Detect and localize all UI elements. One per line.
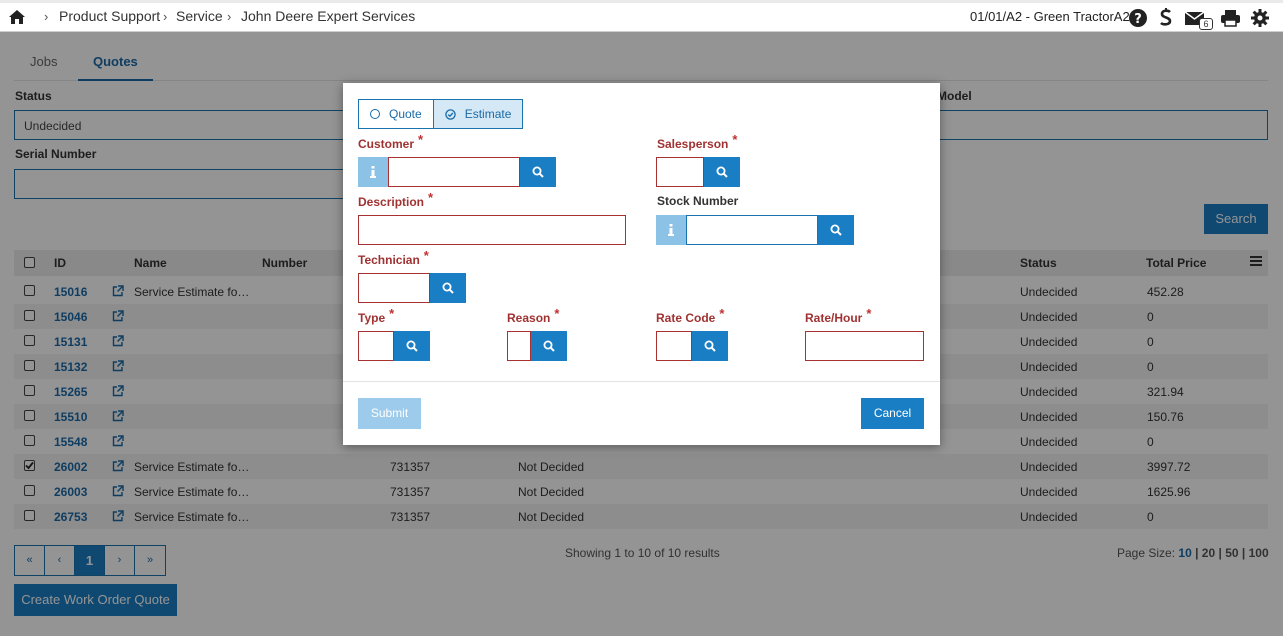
search-icon [830, 224, 842, 236]
customer-search-button[interactable] [520, 157, 556, 187]
salesperson-search-button[interactable] [704, 157, 740, 187]
print-icon[interactable] [1220, 8, 1241, 28]
create-quote-dialog: Quote Estimate Customer * Salesperson * De… [343, 83, 940, 445]
reason-label: Reason * [507, 306, 560, 325]
search-icon [406, 340, 418, 352]
cancel-button[interactable]: Cancel [861, 398, 924, 429]
type-input[interactable] [358, 331, 394, 361]
technician-label: Technician * [358, 248, 429, 267]
rate-code-label: Rate Code * [656, 306, 725, 325]
mail-count-badge: 6 [1199, 18, 1213, 30]
description-label: Description * [358, 190, 434, 209]
info-icon [370, 166, 376, 178]
chevron-right-icon: › [227, 9, 232, 24]
dealer-selector[interactable]: 01/01/A2 - Green TractorA2 [970, 9, 1130, 24]
help-icon[interactable]: ? [1128, 8, 1148, 28]
rate-hour-input[interactable] [805, 331, 924, 361]
stock-number-search-button[interactable] [818, 215, 854, 245]
stock-number-label: Stock Number [657, 194, 739, 208]
search-icon [442, 282, 454, 294]
home-icon[interactable] [9, 10, 25, 24]
app-header: › Product Support › Service › John Deere… [0, 3, 1283, 32]
stock-number-input[interactable] [686, 215, 818, 245]
submit-button[interactable]: Submit [358, 398, 421, 429]
quote-option-label: Quote [389, 107, 422, 121]
type-search-button[interactable] [394, 331, 430, 361]
search-icon [543, 340, 555, 352]
svg-text:?: ? [1134, 12, 1142, 27]
search-icon [532, 166, 544, 178]
type-label: Type * [358, 306, 395, 325]
check-circle-icon [444, 108, 456, 120]
breadcrumb-service[interactable]: Service [176, 8, 223, 24]
estimate-option[interactable]: Estimate [433, 99, 524, 129]
customer-input[interactable] [388, 157, 520, 187]
technician-input[interactable] [358, 273, 430, 303]
reason-search-button[interactable] [531, 331, 567, 361]
search-icon [716, 166, 728, 178]
breadcrumb-product-support[interactable]: Product Support [59, 8, 160, 24]
s-logo-icon[interactable] [1156, 8, 1176, 28]
description-input[interactable] [358, 215, 626, 245]
rate-code-search-button[interactable] [692, 331, 728, 361]
customer-label: Customer * [358, 132, 424, 151]
reason-input[interactable] [507, 331, 531, 361]
breadcrumb-expert-services[interactable]: John Deere Expert Services [241, 8, 415, 24]
radio-icon [370, 109, 380, 119]
quote-estimate-toggle: Quote Estimate [358, 99, 524, 129]
search-icon [704, 340, 716, 352]
stock-number-info-button[interactable] [656, 215, 686, 245]
salesperson-input[interactable] [656, 157, 704, 187]
chevron-right-icon: › [44, 9, 49, 24]
estimate-option-label: Estimate [464, 107, 512, 121]
gear-icon[interactable] [1250, 8, 1270, 28]
info-icon [668, 224, 674, 236]
salesperson-label: Salesperson * [657, 132, 738, 151]
quote-option[interactable]: Quote [358, 99, 434, 129]
chevron-right-icon: › [163, 9, 168, 24]
rate-hour-label: Rate/Hour * [805, 306, 872, 325]
rate-code-input[interactable] [656, 331, 692, 361]
technician-search-button[interactable] [430, 273, 466, 303]
customer-info-button[interactable] [358, 157, 388, 187]
dialog-footer-divider [343, 381, 940, 382]
